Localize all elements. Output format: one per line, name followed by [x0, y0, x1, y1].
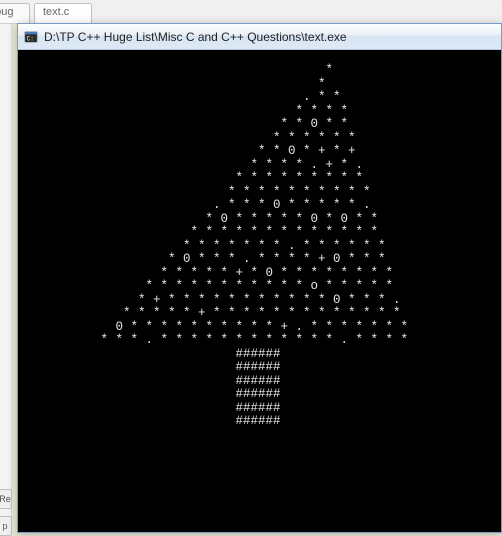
side-button-label: p — [2, 521, 7, 531]
side-button-re[interactable]: Re — [0, 489, 12, 509]
console-output-area[interactable]: * * . * * * * * * * * 0 * * — [18, 50, 501, 532]
side-panel: Re p — [0, 24, 12, 533]
side-button-p[interactable]: p — [0, 516, 12, 536]
window-title: D:\TP C++ Huge List\Misc C and C++ Quest… — [44, 30, 347, 44]
tab-debug[interactable]: ebug — [0, 3, 30, 23]
tab-label: text.c — [43, 6, 69, 18]
editor-tab-bar: ebug text.c — [0, 0, 502, 24]
tab-label: ebug — [0, 6, 13, 18]
console-window: C: D:\TP C++ Huge List\Misc C and C++ Qu… — [17, 23, 502, 533]
side-button-label: Re — [0, 494, 11, 504]
ascii-tree-output: * * . * * * * * * * * 0 * * — [18, 64, 501, 429]
tab-textc[interactable]: text.c — [34, 3, 92, 23]
svg-text:C:: C: — [27, 35, 34, 42]
console-app-icon: C: — [24, 30, 38, 44]
titlebar[interactable]: C: D:\TP C++ Huge List\Misc C and C++ Qu… — [18, 24, 501, 50]
